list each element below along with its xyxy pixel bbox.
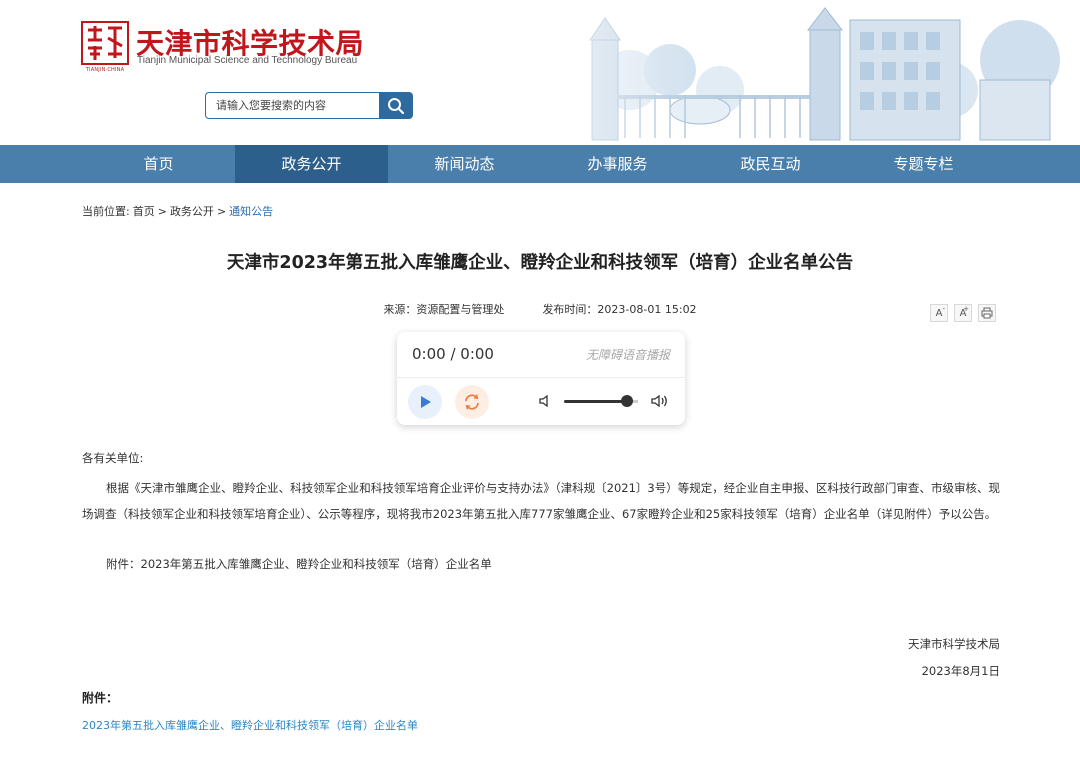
nav-item-home[interactable]: 首页 [82, 145, 235, 183]
loop-icon [465, 394, 479, 410]
article-title: 天津市2023年第五批入库雏鹰企业、瞪羚企业和科技领军（培育）企业名单公告 [226, 253, 854, 273]
attachment-link[interactable]: 2023年第五批入库雏鹰企业、瞪羚企业和科技领军（培育）企业名单 [82, 717, 418, 733]
nav-item-interaction[interactable]: 政民互动 [694, 145, 847, 183]
search-bar [205, 92, 413, 119]
nav-item-services[interactable]: 办事服务 [541, 145, 694, 183]
site-header: TIANJIN·CHINA 天津市科学技术局 Tianjin Municipal… [0, 0, 1080, 145]
breadcrumb: 当前位置: 首页 > 政务公开 > 通知公告 [82, 203, 276, 219]
header-banner-image [480, 0, 1080, 145]
article-salutation: 各有关单位: [82, 451, 144, 465]
font-increase-button[interactable]: A + [954, 304, 972, 322]
site-logo[interactable]: TIANJIN·CHINA 天津市科学技术局 Tianjin Municipal… [80, 20, 370, 76]
search-icon [388, 97, 405, 114]
volume-high-icon[interactable] [651, 393, 669, 409]
breadcrumb-separator: > [157, 205, 167, 218]
search-button[interactable] [379, 92, 413, 119]
player-divider [397, 377, 685, 378]
nav-item-topics[interactable]: 专题专栏 [847, 145, 1000, 183]
article-meta: 来源：资源配置与管理处 发布时间：2023-08-01 15:02 [0, 301, 1080, 317]
nav-item-government-affairs[interactable]: 政务公开 [235, 145, 388, 183]
volume-low-icon[interactable] [538, 393, 552, 409]
article-publish-time: 发布时间：2023-08-01 15:02 [542, 303, 697, 316]
main-nav: 首页 政务公开 新闻动态 办事服务 政民互动 专题专栏 [0, 145, 1080, 183]
tianjin-emblem-icon [81, 21, 129, 65]
volume-slider-fill [564, 400, 627, 403]
player-label: 无障碍语音播报 [585, 348, 670, 362]
font-decrease-button[interactable]: A- [930, 304, 948, 322]
audio-player: 0:00 / 0:00 无障碍语音播报 [397, 332, 685, 425]
print-button[interactable] [978, 304, 996, 322]
volume-slider-handle[interactable] [621, 395, 633, 407]
print-icon [981, 307, 993, 319]
breadcrumb-separator: > [216, 205, 227, 218]
breadcrumb-government-affairs[interactable]: 政务公开 [170, 205, 214, 218]
player-time: 0:00 / 0:00 [412, 345, 494, 363]
nav-item-news[interactable]: 新闻动态 [388, 145, 541, 183]
article-tools: A- A + [930, 304, 996, 322]
attachments-heading: 附件： [82, 691, 119, 705]
logo-emblem-caption: TIANJIN·CHINA [85, 67, 125, 73]
font-decrease-label: A [935, 307, 943, 319]
site-subtitle: Tianjin Municipal Science and Technology… [137, 55, 358, 66]
article-attachment-note: 附件：2023年第五批入库雏鹰企业、瞪羚企业和科技领军（培育）企业名单 [106, 557, 492, 571]
article-paragraph: 根据《天津市雏鹰企业、瞪羚企业、科技领军企业和科技领军培育企业评价与支持办法》（… [82, 481, 1000, 521]
breadcrumb-notices[interactable]: 通知公告 [229, 205, 273, 218]
play-icon [421, 396, 431, 408]
breadcrumb-prefix: 当前位置: [82, 205, 130, 218]
breadcrumb-home[interactable]: 首页 [133, 205, 155, 218]
search-input[interactable] [205, 92, 381, 119]
play-button[interactable] [408, 385, 442, 419]
article-source: 来源：资源配置与管理处 [383, 303, 505, 316]
signature-organization: 天津市科学技术局 [908, 637, 1000, 651]
loop-button[interactable] [455, 385, 489, 419]
signature-date: 2023年8月1日 [921, 664, 1000, 678]
